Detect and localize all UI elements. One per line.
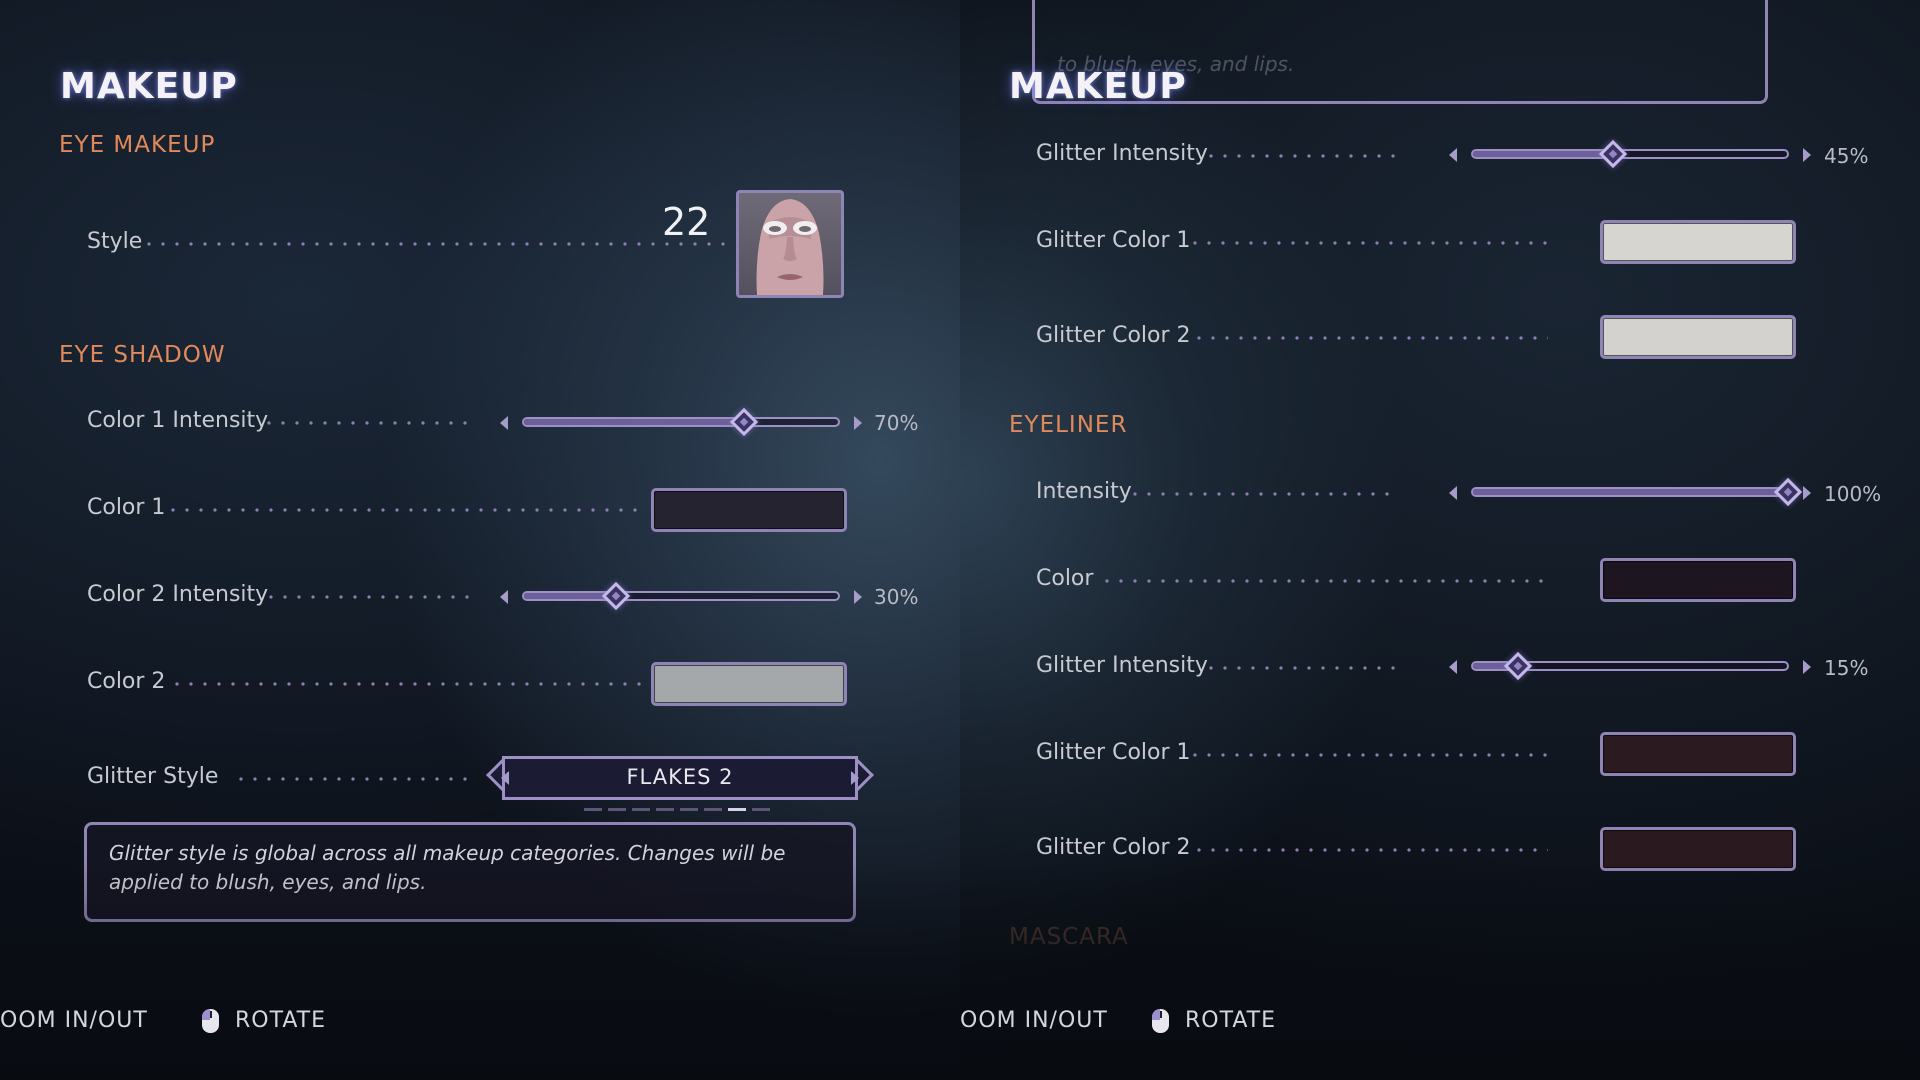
glitter-style-label: Glitter Style — [87, 764, 219, 789]
slider-right-arrow-icon[interactable] — [1803, 486, 1811, 500]
color2-intensity-label: Color 2 Intensity — [87, 582, 269, 607]
glitter-intensity-label: Glitter Intensity — [1036, 653, 1208, 678]
color1-label: Color 1 — [87, 495, 166, 520]
leader-dots — [1188, 241, 1548, 245]
leader-dots — [166, 508, 642, 512]
color1-intensity-value: 70% — [874, 411, 919, 435]
leader-dots — [170, 682, 642, 686]
zoom-hint: OOM IN/OUT — [0, 1008, 148, 1033]
mouse-icon — [1152, 1009, 1169, 1033]
section-eye-shadow: EYE SHADOW — [59, 342, 226, 368]
leader-dots — [234, 777, 470, 781]
section-eye-makeup: EYE MAKEUP — [59, 132, 216, 158]
style-number: 22 — [662, 200, 711, 244]
pager-dash — [584, 808, 602, 811]
leader-dots — [1192, 336, 1548, 340]
leader-dots — [1192, 848, 1548, 852]
pager-dash — [680, 808, 698, 811]
color1-intensity-slider[interactable] — [500, 403, 862, 443]
slider-thumb[interactable] — [1598, 139, 1629, 170]
leader-dots — [264, 595, 472, 599]
bottom-vignette — [960, 860, 1920, 1080]
slider-right-arrow-icon[interactable] — [1803, 148, 1811, 162]
pager-dash — [656, 808, 674, 811]
leader-dots — [262, 421, 472, 425]
eyeliner-color-swatch[interactable] — [1600, 558, 1796, 602]
mouse-icon — [202, 1009, 219, 1033]
section-mascara: MASCARA — [1009, 924, 1129, 950]
style-label: Style — [87, 229, 143, 254]
slider-track[interactable] — [1471, 487, 1789, 497]
right-panel: to blush, eyes, and lips. MAKEUP Glitter… — [960, 0, 1920, 1080]
eyeliner-intensity-slider[interactable] — [1449, 473, 1811, 513]
slider-right-arrow-icon[interactable] — [1803, 660, 1811, 674]
slider-fill — [1473, 489, 1787, 495]
glitter-color2-label: Glitter Color 2 — [1036, 835, 1191, 860]
pager-dash — [704, 808, 722, 811]
glitter-style-pager — [584, 808, 770, 811]
es-glitter-color2-swatch[interactable] — [1600, 315, 1796, 359]
rotate-hint: ROTATE — [1185, 1008, 1277, 1033]
color2-swatch[interactable] — [651, 662, 847, 706]
glitter-style-value: FLAKES 2 — [626, 765, 734, 789]
slider-track[interactable] — [1471, 149, 1789, 159]
page-title: MAKEUP — [1009, 66, 1187, 107]
glitter-info-tooltip: Glitter style is global across all makeu… — [84, 822, 856, 922]
es-glitter-intensity-value: 45% — [1824, 144, 1869, 168]
glitter-style-selector[interactable]: FLAKES 2 — [486, 756, 874, 800]
slider-thumb[interactable] — [729, 407, 760, 438]
slider-track[interactable] — [522, 417, 840, 427]
left-panel: MAKEUP EYE MAKEUP Style 22 EYE SHADOW Co… — [0, 0, 960, 1080]
page-title: MAKEUP — [60, 66, 238, 107]
slider-left-arrow-icon[interactable] — [1449, 486, 1457, 500]
color2-intensity-slider[interactable] — [500, 577, 862, 617]
slider-left-arrow-icon[interactable] — [1449, 660, 1457, 674]
eyeliner-intensity-label: Intensity — [1036, 479, 1132, 504]
color1-intensity-label: Color 1 Intensity — [87, 408, 269, 433]
leader-dots — [1188, 753, 1548, 757]
color2-intensity-value: 30% — [874, 585, 919, 609]
eyeliner-intensity-value: 100% — [1824, 482, 1882, 506]
eyeliner-color-label: Color — [1036, 566, 1094, 591]
slider-thumb[interactable] — [1503, 651, 1534, 682]
slider-thumb[interactable] — [1773, 477, 1804, 508]
slider-left-arrow-icon[interactable] — [1449, 148, 1457, 162]
slider-fill — [1473, 151, 1615, 157]
slider-fill — [524, 419, 744, 425]
glitter-intensity-label: Glitter Intensity — [1036, 141, 1208, 166]
eyeliner-glitter-color2-swatch[interactable] — [1600, 827, 1796, 871]
pager-dash — [608, 808, 626, 811]
slider-track[interactable] — [522, 591, 840, 601]
face-mask-icon[interactable] — [736, 190, 844, 298]
pager-dash — [632, 808, 650, 811]
zoom-hint: OOM IN/OUT — [960, 1008, 1108, 1033]
eyeliner-glitter-intensity-value: 15% — [1824, 656, 1869, 680]
color2-label: Color 2 — [87, 669, 166, 694]
leader-dots — [1204, 666, 1396, 670]
pager-dash — [728, 808, 746, 811]
leader-dots — [142, 242, 732, 246]
slider-thumb[interactable] — [602, 581, 632, 612]
pager-dash — [752, 808, 770, 811]
eyeliner-glitter-intensity-slider[interactable] — [1449, 647, 1811, 687]
es-glitter-intensity-slider[interactable] — [1449, 135, 1811, 175]
glitter-color2-label: Glitter Color 2 — [1036, 323, 1191, 348]
es-glitter-color1-swatch[interactable] — [1600, 220, 1796, 264]
section-eyeliner: EYELINER — [1009, 412, 1128, 438]
slider-left-arrow-icon[interactable] — [500, 416, 508, 430]
rotate-hint: ROTATE — [235, 1008, 327, 1033]
eyeliner-glitter-color1-swatch[interactable] — [1600, 732, 1796, 776]
leader-dots — [1204, 154, 1396, 158]
slider-left-arrow-icon[interactable] — [500, 590, 508, 604]
glitter-color1-label: Glitter Color 1 — [1036, 228, 1191, 253]
leader-dots — [1100, 579, 1548, 583]
slider-right-arrow-icon[interactable] — [854, 416, 862, 430]
leader-dots — [1128, 492, 1396, 496]
slider-right-arrow-icon[interactable] — [854, 590, 862, 604]
color1-swatch[interactable] — [651, 488, 847, 532]
glitter-color1-label: Glitter Color 1 — [1036, 740, 1191, 765]
